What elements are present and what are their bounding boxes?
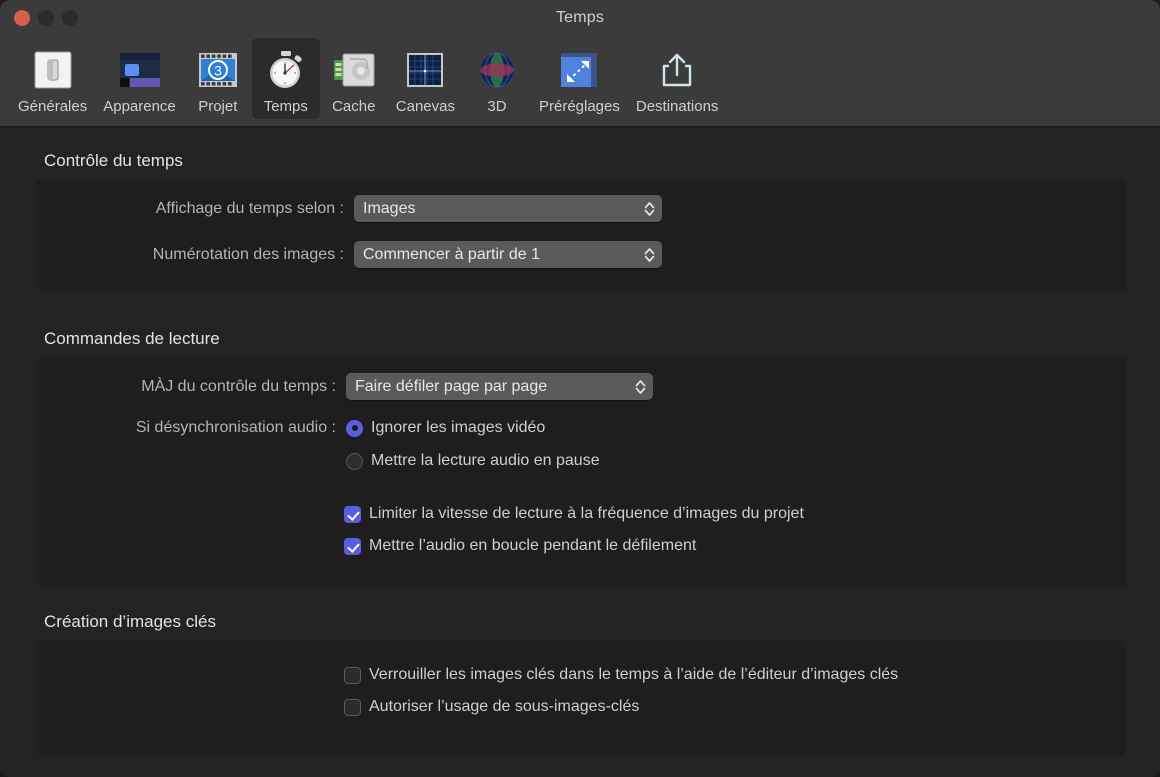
toolbar-item-destinations[interactable]: Destinations: [628, 38, 727, 119]
section-body-time-control: Affichage du temps selon : Images Numéro…: [36, 179, 1126, 291]
toolbar-label-canevas: Canevas: [396, 98, 455, 115]
checkbox-limit-playback-speed[interactable]: Limiter la vitesse de lecture à la fréqu…: [344, 505, 804, 523]
toolbar-item-canevas[interactable]: Canevas: [388, 38, 463, 119]
hard-disk-ram-icon: [328, 44, 380, 96]
row-display-time: Affichage du temps selon : Images: [36, 195, 1126, 222]
select-frame-numbering[interactable]: Commencer à partir de 1: [354, 241, 662, 268]
toolbar-label-temps: Temps: [264, 98, 308, 115]
chevron-up-down-icon: [644, 200, 655, 218]
toolbar-item-projet[interactable]: 3 Projet: [184, 38, 252, 119]
radio-label-pause: Mettre la lecture audio en pause: [371, 452, 600, 470]
radio-label-ignore: Ignorer les images vidéo: [371, 419, 545, 437]
toolbar-item-apparence[interactable]: Apparence: [95, 38, 184, 119]
radio-indicator-unselected: [346, 453, 363, 470]
toolbar-item-cache[interactable]: Cache: [320, 38, 388, 119]
checkbox-label-loop: Mettre l’audio en boucle pendant le défi…: [369, 537, 696, 555]
checkbox-indicator-checked: [344, 506, 361, 523]
select-time-update[interactable]: Faire défiler page par page: [346, 373, 653, 400]
grid-canvas-icon: [399, 44, 451, 96]
select-time-update-value: Faire défiler page par page: [355, 378, 547, 396]
preferences-toolbar: Générales Apparence: [0, 36, 1160, 127]
row-time-update: MÀJ du contrôle du temps : Faire défiler…: [36, 373, 1126, 400]
toolbar-label-generales: Générales: [18, 98, 87, 115]
row-lock-keyframes: Verrouiller les images clés dans le temp…: [344, 666, 898, 684]
toolbar-label-prereglages: Préréglages: [539, 98, 620, 115]
row-audio-pause: Mettre la lecture audio en pause: [346, 452, 600, 470]
checkbox-indicator-checked: [344, 538, 361, 555]
checkbox-allow-subframe-keyframes[interactable]: Autoriser l’usage de sous-images-clés: [344, 698, 639, 716]
checkbox-label-limit: Limiter la vitesse de lecture à la fréqu…: [369, 505, 804, 523]
toolbar-item-prereglages[interactable]: Préréglages: [531, 38, 628, 119]
share-export-icon: [651, 44, 703, 96]
section-title-playback: Commandes de lecture: [44, 329, 1126, 349]
toolbar-item-temps[interactable]: Temps: [252, 38, 320, 119]
select-display-time-value: Images: [363, 200, 415, 218]
resize-arrows-icon: [553, 44, 605, 96]
select-display-time[interactable]: Images: [354, 195, 662, 222]
toolbar-label-cache: Cache: [332, 98, 375, 115]
section-body-keyframes: Verrouiller les images clés dans le temp…: [36, 640, 1126, 756]
label-audio-sync: Si désynchronisation audio :: [36, 419, 336, 437]
label-display-time: Affichage du temps selon :: [36, 200, 344, 218]
row-limit-speed: Limiter la vitesse de lecture à la fréqu…: [344, 505, 804, 523]
row-frame-numbering: Numérotation des images : Commencer à pa…: [36, 241, 1126, 268]
section-body-playback: MÀJ du contrôle du temps : Faire défiler…: [36, 357, 1126, 587]
toolbar-item-generales[interactable]: Générales: [10, 38, 95, 119]
label-time-update: MÀJ du contrôle du temps :: [36, 378, 336, 396]
preferences-window: Temps Générales: [0, 0, 1160, 777]
toolbar-label-destinations: Destinations: [636, 98, 719, 115]
section-title-keyframes: Création d’images clés: [44, 612, 1126, 632]
checkbox-indicator-unchecked: [344, 699, 361, 716]
toolbar-label-apparence: Apparence: [103, 98, 176, 115]
radio-ignore-video-frames[interactable]: Ignorer les images vidéo: [346, 419, 545, 437]
section-title-time-control: Contrôle du temps: [44, 151, 1126, 171]
svg-text:3: 3: [214, 63, 222, 79]
stopwatch-icon: [260, 44, 312, 96]
toolbar-label-projet: Projet: [198, 98, 237, 115]
checkbox-loop-audio[interactable]: Mettre l’audio en boucle pendant le défi…: [344, 537, 696, 555]
checkbox-label-lock: Verrouiller les images clés dans le temp…: [369, 666, 898, 684]
label-frame-numbering: Numérotation des images :: [36, 246, 344, 264]
preferences-content: Contrôle du temps Affichage du temps sel…: [0, 127, 1160, 777]
window-title: Temps: [0, 0, 1160, 36]
radio-pause-audio[interactable]: Mettre la lecture audio en pause: [346, 452, 600, 470]
section-playback: Commandes de lecture MÀJ du contrôle du …: [36, 329, 1126, 587]
appearance-panels-icon: [114, 44, 166, 96]
toolbar-item-3d[interactable]: 3D: [463, 38, 531, 119]
checkbox-label-subframe: Autoriser l’usage de sous-images-clés: [369, 698, 639, 716]
section-time-control: Contrôle du temps Affichage du temps sel…: [36, 151, 1126, 291]
film-strip-3-icon: 3: [192, 44, 244, 96]
row-subframe-keyframes: Autoriser l’usage de sous-images-clés: [344, 698, 639, 716]
chevron-up-down-icon: [635, 378, 646, 396]
title-bar: Temps: [0, 0, 1160, 36]
section-keyframes: Création d’images clés Verrouiller les i…: [36, 612, 1126, 756]
checkbox-lock-keyframes[interactable]: Verrouiller les images clés dans le temp…: [344, 666, 898, 684]
row-audio-sync: Si désynchronisation audio : Ignorer les…: [36, 419, 1126, 437]
toolbar-label-3d: 3D: [487, 98, 506, 115]
select-frame-numbering-value: Commencer à partir de 1: [363, 246, 540, 264]
chevron-up-down-icon: [644, 246, 655, 264]
light-switch-icon: [27, 44, 79, 96]
radio-indicator-selected: [346, 420, 363, 437]
3d-sphere-icon: [471, 44, 523, 96]
row-loop-audio: Mettre l’audio en boucle pendant le défi…: [344, 537, 696, 555]
checkbox-indicator-unchecked: [344, 667, 361, 684]
